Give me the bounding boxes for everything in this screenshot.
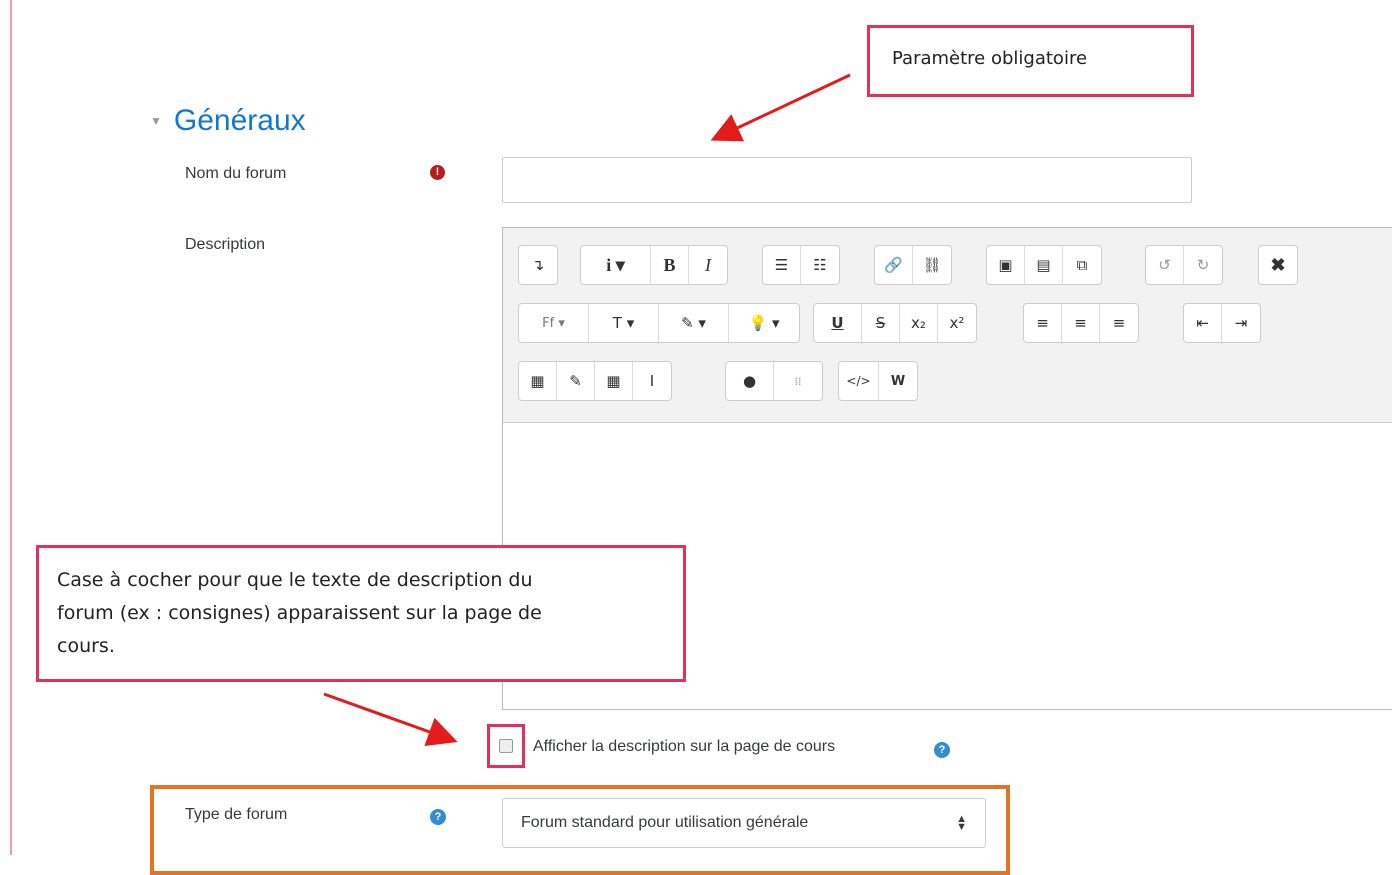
redo-button[interactable]: ↻ xyxy=(1184,246,1222,284)
underline-button[interactable]: U xyxy=(814,304,862,342)
link-button[interactable]: 🔗 xyxy=(875,246,913,284)
toolbar-group-media: ▣ ▤ ⧉ xyxy=(986,245,1102,285)
align-center-button[interactable]: ≡ xyxy=(1062,304,1100,342)
screenreader-helper-button[interactable]: ⁞⁞ xyxy=(774,362,822,400)
media-button[interactable]: ▤ xyxy=(1025,246,1063,284)
forum-type-selected-value: Forum standard pour utilisation générale xyxy=(521,814,809,831)
toolbar-group-style: i ▾ B I xyxy=(580,245,728,285)
toolbar-group-links: 🔗 ⛓ xyxy=(874,245,952,285)
arrow-to-name-field xyxy=(710,73,851,142)
help-icon[interactable]: ? xyxy=(934,742,950,758)
superscript-button[interactable]: x² xyxy=(938,304,976,342)
callout-required-param: Paramètre obligatoire xyxy=(867,25,1194,97)
accessibility-checker-button[interactable]: ● xyxy=(726,362,774,400)
collapse-caret-icon[interactable]: ▼ xyxy=(150,114,162,128)
description-label: Description xyxy=(185,236,266,253)
arrow-to-checkbox xyxy=(323,692,458,746)
font-size-button[interactable]: T ▾ xyxy=(589,304,659,342)
show-description-checkbox[interactable] xyxy=(499,739,513,753)
section-title: Généraux xyxy=(173,104,306,137)
forum-name-label: Nom du forum xyxy=(185,165,287,182)
strikethrough-button[interactable]: S xyxy=(862,304,900,342)
equation-button[interactable]: ▦ xyxy=(519,362,557,400)
forum-type-help-icon[interactable]: ? xyxy=(430,809,446,825)
html-source-button[interactable]: </> xyxy=(839,362,879,400)
clear-formatting-button[interactable]: I xyxy=(633,362,671,400)
align-left-button[interactable]: ≡ xyxy=(1024,304,1062,342)
toolbar-group-text-format: U S x₂ x² xyxy=(813,303,977,343)
image-button[interactable]: ▣ xyxy=(987,246,1025,284)
toolbar-group-fullscreen: ✖ xyxy=(1258,245,1298,285)
toolbar-group-align: ≡ ≡ ≡ xyxy=(1023,303,1139,343)
background-color-button[interactable]: 💡 ▾ xyxy=(729,304,799,342)
table-button[interactable]: ▦ xyxy=(595,362,633,400)
callout-required-param-text: Paramètre obligatoire xyxy=(892,48,1088,69)
font-family-button[interactable]: Ff ▾ xyxy=(519,304,589,342)
toolbar-group-collapse: ↴ xyxy=(518,245,558,285)
unlink-button[interactable]: ⛓ xyxy=(913,246,951,284)
bullet-list-button[interactable]: ☰ xyxy=(763,246,801,284)
select-arrows-icon: ▲ ▼ xyxy=(956,813,967,833)
outdent-button[interactable]: ⇤ xyxy=(1184,304,1222,342)
forum-type-select[interactable]: Forum standard pour utilisation générale… xyxy=(502,798,986,848)
undo-button[interactable]: ↺ xyxy=(1146,246,1184,284)
toolbar-group-source: </> W xyxy=(838,361,918,401)
editor-toolbar: ↴ i ▾ B I ☰ ☷ 🔗 ⛓ ▣ ▤ ⧉ ↺ ↻ ✖ Ff ▾ T ▾ ✎… xyxy=(503,228,1392,423)
callout-checkbox-note: Case à cocher pour que le texte de descr… xyxy=(36,545,686,682)
callout-checkbox-note-line1: Case à cocher pour que le texte de descr… xyxy=(57,569,533,591)
required-icon: ! xyxy=(430,165,445,180)
edit-button[interactable]: ✎ xyxy=(557,362,595,400)
callout-checkbox-note-line2: forum (ex : consignes) apparaissent sur … xyxy=(57,602,542,624)
toolbar-group-indent: ⇤ ⇥ xyxy=(1183,303,1261,343)
section-header-generaux[interactable]: ▼ Généraux xyxy=(150,104,306,138)
italic-button[interactable]: I xyxy=(689,246,727,284)
align-right-button[interactable]: ≡ xyxy=(1100,304,1138,342)
toolbar-group-history: ↺ ↻ xyxy=(1145,245,1223,285)
paragraph-style-button[interactable]: i ▾ xyxy=(581,246,651,284)
manage-files-button[interactable]: ⧉ xyxy=(1063,246,1101,284)
indent-button[interactable]: ⇥ xyxy=(1222,304,1260,342)
toolbar-group-font: Ff ▾ T ▾ ✎ ▾ 💡 ▾ xyxy=(518,303,800,343)
fullscreen-button[interactable]: ✖ xyxy=(1259,246,1297,284)
bold-button[interactable]: B xyxy=(651,246,689,284)
word-import-button[interactable]: W xyxy=(879,362,917,400)
callout-checkbox-note-line3: cours. xyxy=(57,635,115,657)
toolbar-toggle-button[interactable]: ↴ xyxy=(519,246,557,284)
toolbar-group-accessibility: ● ⁞⁞ xyxy=(725,361,823,401)
font-color-button[interactable]: ✎ ▾ xyxy=(659,304,729,342)
forum-name-input[interactable] xyxy=(502,157,1192,203)
show-description-label[interactable]: Afficher la description sur la page de c… xyxy=(533,738,835,756)
numbered-list-button[interactable]: ☷ xyxy=(801,246,839,284)
toolbar-group-lists: ☰ ☷ xyxy=(762,245,840,285)
subscript-button[interactable]: x₂ xyxy=(900,304,938,342)
forum-type-label: Type de forum xyxy=(185,806,288,823)
toolbar-group-insert: ▦ ✎ ▦ I xyxy=(518,361,672,401)
